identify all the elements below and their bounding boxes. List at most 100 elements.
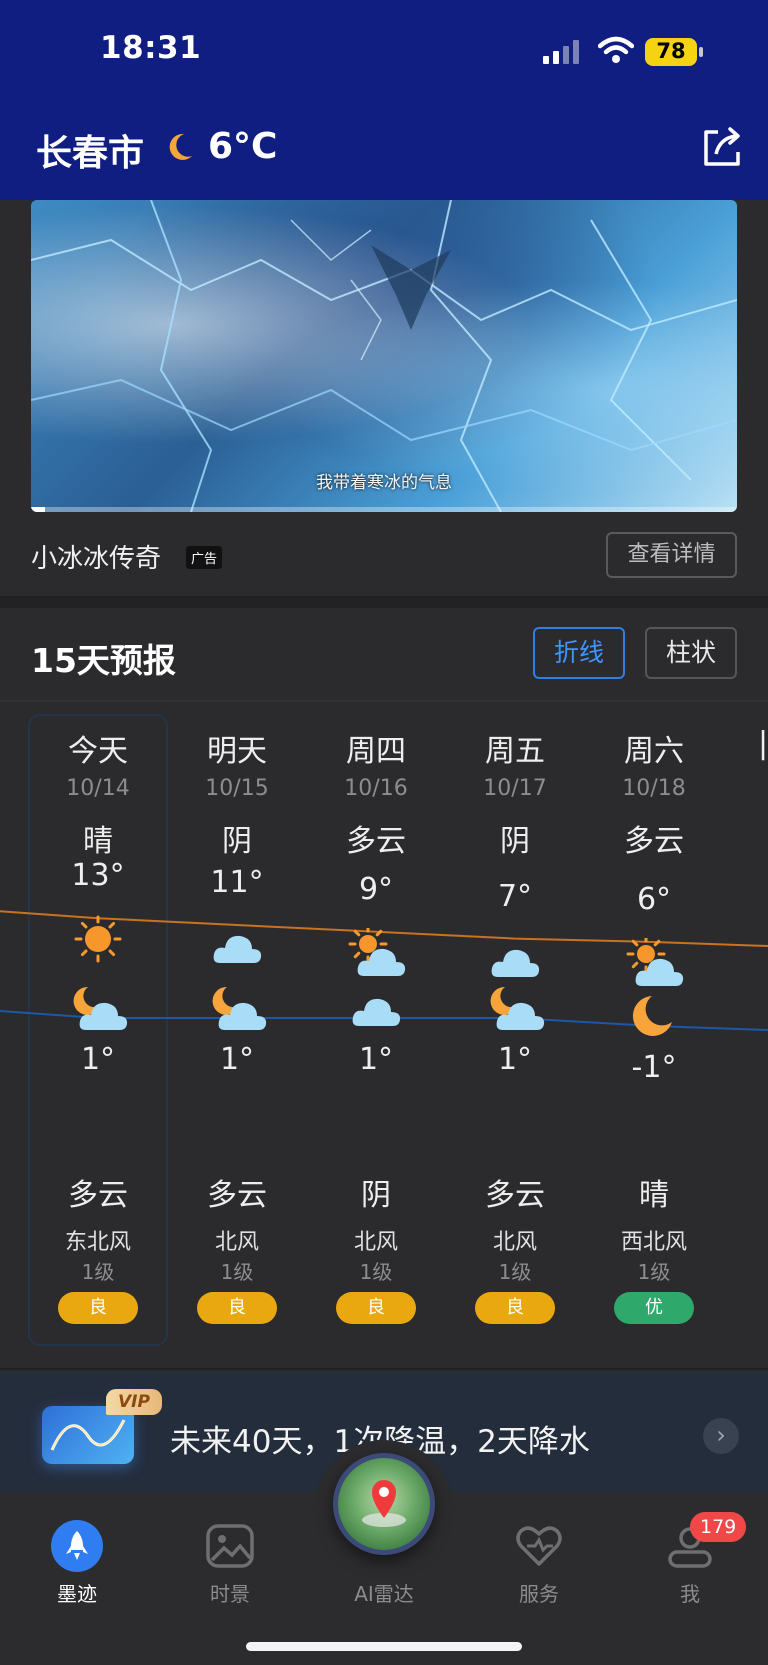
status-time: 18:31 <box>100 30 202 66</box>
high-temp: 9° <box>358 871 394 907</box>
low-temp: 1° <box>358 1042 394 1077</box>
night-weather: 多云 <box>485 1178 545 1213</box>
forecast-day-column[interactable]: 周五 10/17 阴 7° 1° 多云 北风 1级 良 <box>445 714 585 1346</box>
high-temp: 6° <box>636 882 672 917</box>
day-date: 10/14 <box>66 776 130 801</box>
sun-cloud-icon <box>626 938 684 986</box>
chevron-right-icon[interactable]: › <box>703 1418 739 1454</box>
wind-level: 1级 <box>637 1260 671 1284</box>
forecast-day-column[interactable]: 今天 10/14 晴 13° 1° 多云 东北风 1级 良 <box>28 714 168 1346</box>
forecast-day-column[interactable]: 周四 10/16 多云 9° 1° 阴 北风 1级 良 <box>306 714 446 1346</box>
home-indicator <box>246 1642 522 1651</box>
high-temp: 11° <box>210 865 264 900</box>
heart-icon <box>516 1526 562 1566</box>
cloud-icon <box>352 998 401 1026</box>
nav-label: AI雷达 <box>354 1582 414 1606</box>
night-weather: 阴 <box>361 1178 391 1213</box>
aqi-badge: 良 <box>58 1292 138 1324</box>
next-day-partial: | <box>758 726 768 761</box>
low-temp: -1° <box>631 1050 677 1085</box>
wind-direction: 西北风 <box>620 1230 687 1255</box>
tab-bar-chart[interactable]: 柱状 <box>645 627 737 679</box>
wind-direction: 东北风 <box>64 1230 131 1255</box>
ad-title[interactable]: 小冰冰传奇 <box>31 538 161 575</box>
view-details-button[interactable]: 查看详情 <box>606 532 737 578</box>
high-temp: 13° <box>71 858 125 894</box>
rocket-icon <box>51 1520 103 1572</box>
day-date: 10/15 <box>205 776 269 801</box>
current-temp: 6°C <box>208 126 278 167</box>
aqi-badge: 良 <box>336 1292 416 1324</box>
nav-label: 我 <box>680 1582 700 1606</box>
day-weather: 阴 <box>222 824 252 859</box>
wind-level: 1级 <box>81 1260 115 1284</box>
vip-badge: VIP <box>106 1389 162 1415</box>
notification-badge: 179 <box>690 1512 747 1542</box>
aqi-badge: 良 <box>197 1292 277 1324</box>
nav-item-scenery[interactable]: 时景 <box>175 1516 285 1606</box>
wifi-icon <box>598 36 634 63</box>
forecast-day-column[interactable]: 周六 10/18 多云 6° -1° 晴 西北风 1级 优 <box>584 714 724 1346</box>
wind-direction: 北风 <box>214 1230 259 1255</box>
day-date: 10/17 <box>483 776 547 801</box>
day-name: 周四 <box>346 734 406 769</box>
moon-icon <box>169 133 192 160</box>
nav-item-moji[interactable]: 墨迹 <box>22 1516 132 1606</box>
wind-direction: 北风 <box>492 1230 537 1255</box>
battery-level: 78 <box>656 39 686 63</box>
day-weather: 多云 <box>346 824 406 859</box>
nav-item-ai-radar[interactable]: AI雷达 <box>329 1516 439 1606</box>
battery-tip <box>699 47 703 57</box>
day-name: 今天 <box>68 734 128 769</box>
divider <box>0 700 768 702</box>
cloud-icon <box>213 935 262 963</box>
tab-line-chart[interactable]: 折线 <box>533 627 625 679</box>
sun-cloud-icon <box>348 927 406 976</box>
forecast-day-column[interactable]: 明天 10/15 阴 11° 1° 多云 北风 1级 良 <box>167 714 307 1346</box>
wind-direction: 北风 <box>353 1230 398 1255</box>
day-name: 明天 <box>207 734 267 769</box>
ice-texture <box>31 200 737 512</box>
nav-label: 服务 <box>519 1582 559 1606</box>
low-temp: 1° <box>497 1042 533 1077</box>
city-name[interactable]: 长春市 <box>36 124 144 176</box>
nav-item-services[interactable]: 服务 <box>484 1516 594 1606</box>
moon-cloud-icon <box>490 986 545 1030</box>
moon-icon <box>632 996 672 1036</box>
aqi-badge: 良 <box>475 1292 555 1324</box>
wind-level: 1级 <box>498 1260 532 1284</box>
day-date: 10/18 <box>622 776 686 801</box>
section-divider <box>0 596 768 608</box>
night-weather: 多云 <box>68 1178 128 1213</box>
sun-icon <box>74 915 122 963</box>
high-temp: 7° <box>497 878 533 914</box>
nav-label: 时景 <box>210 1582 250 1606</box>
signal-icon <box>543 40 579 64</box>
day-date: 10/16 <box>344 776 408 801</box>
day-weather: 多云 <box>624 824 684 859</box>
ad-tag: 广告 <box>186 546 223 569</box>
battery-icon: 78 <box>645 38 697 66</box>
day-weather: 晴 <box>83 824 113 859</box>
photo-icon <box>206 1524 254 1568</box>
day-name: 周六 <box>624 734 684 769</box>
moon-cloud-icon <box>73 986 128 1030</box>
wind-level: 1级 <box>359 1260 393 1284</box>
night-weather: 多云 <box>207 1178 267 1213</box>
day-name: 周五 <box>485 734 545 769</box>
aqi-badge: 优 <box>614 1292 694 1324</box>
video-caption: 我带着寒冰的气息 <box>316 473 452 493</box>
section-divider-2 <box>0 1368 768 1370</box>
day-weather: 阴 <box>500 824 530 859</box>
cloud-icon <box>491 949 540 977</box>
video-progress[interactable] <box>31 507 737 512</box>
share-icon[interactable] <box>700 126 744 170</box>
night-weather: 晴 <box>639 1178 669 1213</box>
low-temp: 1° <box>80 1042 116 1077</box>
moon-cloud-icon <box>212 986 267 1030</box>
forecast-title: 15天预报 <box>31 641 176 680</box>
low-temp: 1° <box>219 1042 255 1077</box>
nav-label: 墨迹 <box>57 1582 97 1606</box>
ad-video[interactable]: 我带着寒冰的气息 <box>31 200 737 512</box>
wind-level: 1级 <box>220 1260 254 1284</box>
